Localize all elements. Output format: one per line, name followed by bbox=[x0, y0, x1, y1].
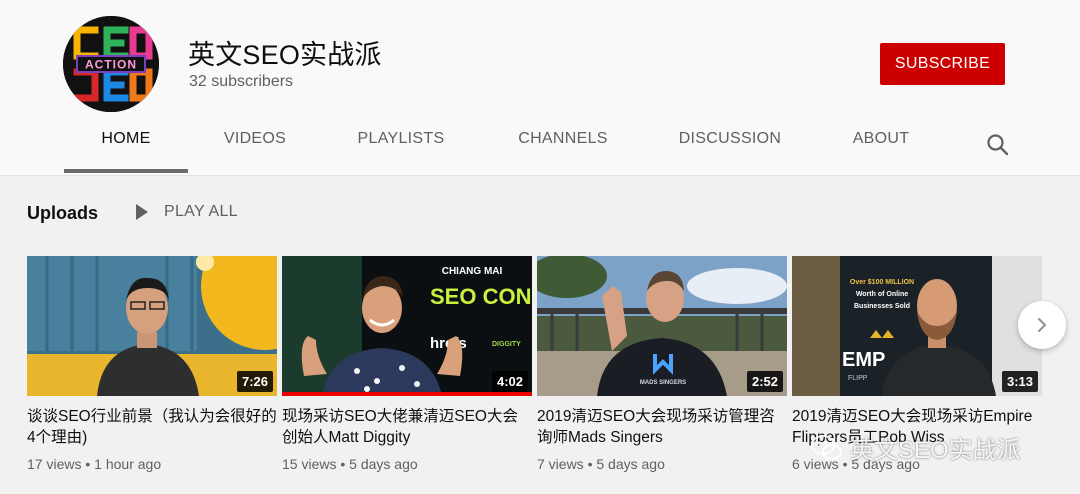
video-title[interactable]: 现场采访SEO大佬兼清迈SEO大会创始人Matt Diggity bbox=[282, 406, 532, 448]
video-card[interactable]: MADS SINGERS 2:52 2019清迈SEO大会现场采访管理咨询师Ma… bbox=[537, 256, 787, 472]
search-icon[interactable] bbox=[985, 132, 1011, 158]
video-thumbnail[interactable]: CHIANG MAI SEO CONFERENC hrefs DIGGITY 4… bbox=[282, 256, 532, 396]
video-duration: 3:13 bbox=[1001, 371, 1038, 392]
channel-avatar[interactable]: ACTION bbox=[63, 16, 159, 112]
video-meta: 7 views • 5 days ago bbox=[537, 456, 665, 472]
carousel-next-button[interactable] bbox=[1018, 301, 1066, 349]
channel-header: ACTION 英文SEO实战派 32 subscribers SUBSCRIBE… bbox=[0, 0, 1080, 176]
uploads-title: Uploads bbox=[27, 203, 99, 223]
svg-text:Worth of Online: Worth of Online bbox=[856, 291, 908, 298]
view-count: 17 views bbox=[27, 456, 82, 472]
svg-text:ACTION: ACTION bbox=[85, 58, 137, 72]
svg-text:Businesses Sold: Businesses Sold bbox=[854, 303, 910, 310]
video-duration: 2:52 bbox=[746, 371, 783, 392]
svg-text:EMP: EMP bbox=[842, 349, 885, 371]
svg-text:DIGGITY: DIGGITY bbox=[492, 341, 521, 348]
tab-videos[interactable]: VIDEOS bbox=[205, 130, 305, 174]
svg-text:FLIPP: FLIPP bbox=[848, 375, 868, 382]
watch-progress-bar bbox=[282, 392, 532, 396]
upload-age: 1 hour ago bbox=[94, 456, 162, 472]
svg-text:SEO CONFERENC: SEO CONFERENC bbox=[430, 284, 532, 309]
seo-action-logo: ACTION bbox=[63, 16, 159, 112]
tab-home[interactable]: HOME bbox=[64, 130, 188, 174]
channel-name: 英文SEO实战派 bbox=[188, 40, 382, 70]
video-thumbnail[interactable]: Over $100 MILLION Worth of Online Busine… bbox=[792, 256, 1042, 396]
video-thumbnail[interactable]: 7:26 bbox=[27, 256, 277, 396]
video-duration: 7:26 bbox=[236, 371, 273, 392]
svg-text:MADS SINGERS: MADS SINGERS bbox=[640, 380, 686, 386]
video-thumbnail[interactable]: MADS SINGERS 2:52 bbox=[537, 256, 787, 396]
video-card[interactable]: 7:26 谈谈SEO行业前景（我认为会很好的4个理由) 17 views • 1… bbox=[27, 256, 277, 472]
subscribe-button[interactable]: SUBSCRIBE bbox=[880, 43, 1005, 85]
play-icon bbox=[136, 204, 148, 220]
video-meta: 17 views • 1 hour ago bbox=[27, 456, 162, 472]
tab-channels[interactable]: CHANNELS bbox=[505, 130, 621, 174]
wechat-watermark: 英文SEO实战派 bbox=[810, 430, 1021, 465]
view-count: 15 views bbox=[282, 456, 337, 472]
svg-text:Over $100 MILLION: Over $100 MILLION bbox=[850, 279, 914, 286]
video-title[interactable]: 谈谈SEO行业前景（我认为会很好的4个理由) bbox=[27, 406, 277, 448]
svg-text:CHIANG MAI: CHIANG MAI bbox=[442, 266, 503, 277]
play-all-button[interactable]: PLAY ALL bbox=[135, 203, 238, 221]
subscriber-count: 32 subscribers bbox=[189, 73, 294, 90]
upload-age: 5 days ago bbox=[596, 456, 665, 472]
video-title[interactable]: 2019清迈SEO大会现场采访管理咨询师Mads Singers bbox=[537, 406, 787, 448]
tab-discussion[interactable]: DISCUSSION bbox=[664, 130, 796, 174]
video-card[interactable]: CHIANG MAI SEO CONFERENC hrefs DIGGITY 4… bbox=[282, 256, 532, 472]
view-count: 7 views bbox=[537, 456, 584, 472]
wechat-icon bbox=[811, 434, 842, 460]
watermark-text: 英文SEO实战派 bbox=[850, 437, 1021, 464]
active-tab-indicator bbox=[64, 169, 188, 173]
tab-about[interactable]: ABOUT bbox=[838, 130, 924, 174]
video-meta: 15 views • 5 days ago bbox=[282, 456, 418, 472]
video-duration: 4:02 bbox=[491, 371, 528, 392]
tab-playlists[interactable]: PLAYLISTS bbox=[345, 130, 457, 174]
play-all-label: PLAY ALL bbox=[164, 203, 238, 220]
upload-age: 5 days ago bbox=[349, 456, 418, 472]
chevron-right-icon bbox=[1038, 318, 1047, 332]
